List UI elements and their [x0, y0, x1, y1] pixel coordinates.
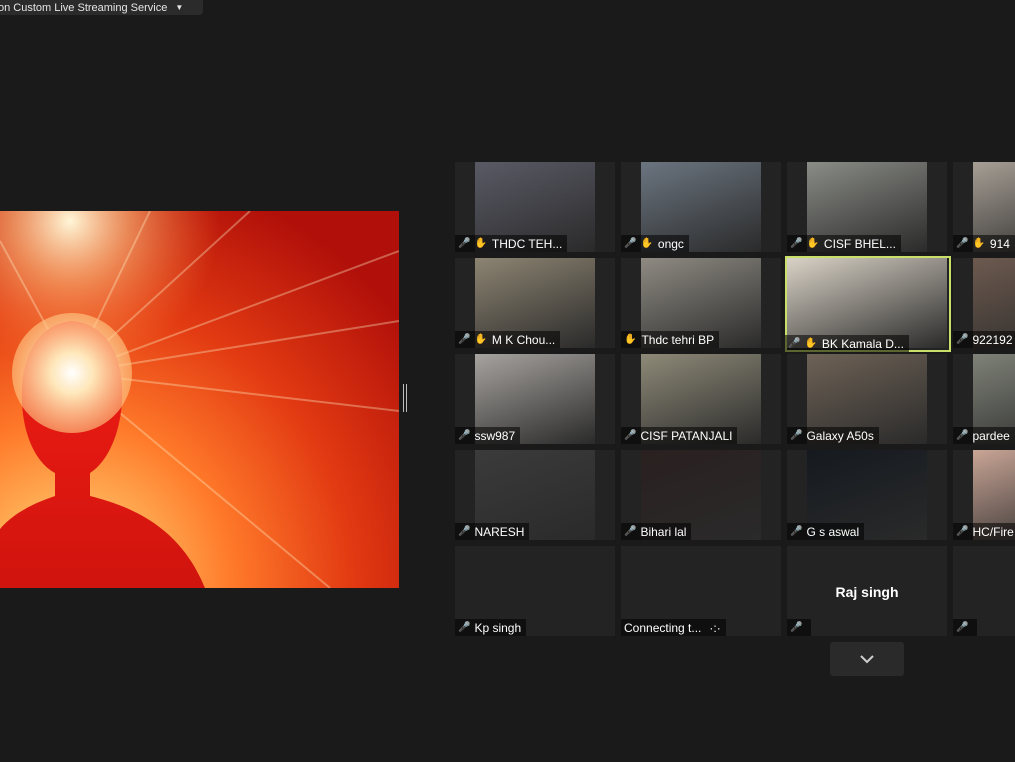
- muted-mic-icon: 🎤: [956, 622, 969, 633]
- participant-name: Connecting t...: [624, 620, 702, 635]
- participant-name-bar: 🎤 pardee: [953, 427, 1015, 444]
- participant-name-bar: 🎤 G s aswal: [787, 523, 865, 540]
- participant-tile[interactable]: 🎤 Kp singh: [455, 546, 615, 636]
- participant-tile[interactable]: 🎤 G s aswal: [787, 450, 947, 540]
- pin-icon: ✋: [474, 238, 487, 249]
- muted-mic-icon: 🎤: [790, 622, 803, 633]
- pin-icon: ✋: [474, 334, 487, 345]
- muted-mic-icon: 🎤: [458, 430, 471, 441]
- participant-name-bar: 🎤 HC/Fire: [953, 523, 1015, 540]
- dropdown-caret-icon[interactable]: ▼: [175, 3, 183, 12]
- participant-tile[interactable]: 🎤 CISF PATANJALI: [621, 354, 781, 444]
- chevron-down-icon: [860, 655, 874, 664]
- muted-mic-icon: 🎤: [956, 430, 969, 441]
- participant-tile[interactable]: 🎤 ✋ THDC TEH...: [455, 162, 615, 252]
- streaming-label: on Custom Live Streaming Service: [0, 1, 168, 14]
- muted-mic-icon: 🎤: [458, 334, 471, 345]
- participant-name: BK Kamala D...: [821, 336, 904, 351]
- participant-name: ssw987: [474, 428, 516, 443]
- participant-tile[interactable]: 🎤 ✋ BK Kamala D...: [785, 256, 951, 352]
- participant-tile[interactable]: 🎤 Galaxy A50s: [787, 354, 947, 444]
- participant-display-name: 61: [953, 584, 1015, 600]
- participant-name: 914: [989, 236, 1010, 251]
- participant-tile[interactable]: Connecting t... ·:·: [621, 546, 781, 636]
- participant-name: 922192: [972, 332, 1013, 347]
- participant-tile[interactable]: 🎤 Bihari lal: [621, 450, 781, 540]
- participant-name-bar: 🎤 Bihari lal: [621, 523, 692, 540]
- participant-name-bar: 🎤 NARESH: [455, 523, 530, 540]
- participant-name: pardee: [972, 428, 1010, 443]
- connecting-indicator-icon: ·:·: [709, 620, 721, 635]
- participant-name: M K Chou...: [491, 332, 556, 347]
- pin-icon: ✋: [804, 338, 817, 349]
- participant-tile[interactable]: 🎤 ✋ ongc: [621, 162, 781, 252]
- participant-name-bar: 🎤 ✋ 914: [953, 235, 1015, 252]
- expand-gallery-button[interactable]: [830, 642, 904, 676]
- muted-mic-icon: 🎤: [458, 526, 471, 537]
- participant-name: Galaxy A50s: [806, 428, 874, 443]
- muted-mic-icon: 🎤: [956, 238, 969, 249]
- participant-name-bar: 🎤 ✋ THDC TEH...: [455, 235, 568, 252]
- participant-tile[interactable]: 🎤 NARESH: [455, 450, 615, 540]
- participant-name-bar: 🎤: [787, 619, 812, 636]
- participant-name-bar: ✋ Thdc tehri BP: [621, 331, 720, 348]
- participant-tile[interactable]: 🎤 ✋ CISF BHEL...: [787, 162, 947, 252]
- participant-name-bar: 🎤 Kp singh: [455, 619, 527, 636]
- participant-name: THDC TEH...: [491, 236, 563, 251]
- gallery-grid: 🎤 ✋ THDC TEH... 🎤 ✋ ongc 🎤 ✋ CISF BHEL... 🎤 ✋ 914 🎤 ✋…: [455, 162, 1015, 637]
- participant-name-bar: 🎤 ssw987: [455, 427, 521, 444]
- participant-name-bar: 🎤: [953, 619, 978, 636]
- participant-name-bar: 🎤 ✋ CISF BHEL...: [787, 235, 901, 252]
- participant-tile[interactable]: ✋ Thdc tehri BP: [621, 258, 781, 348]
- participant-name-bar: 🎤 Galaxy A50s: [787, 427, 879, 444]
- muted-mic-icon: 🎤: [956, 334, 969, 345]
- participant-tile[interactable]: 🎤 HC/Fire: [953, 450, 1015, 540]
- pin-icon: ✋: [806, 238, 819, 249]
- participant-name: ongc: [657, 236, 684, 251]
- participant-name: HC/Fire: [972, 524, 1014, 539]
- participant-name-bar: 🎤 922192: [953, 331, 1015, 348]
- muted-mic-icon: 🎤: [624, 526, 637, 537]
- participant-name: CISF BHEL...: [823, 236, 896, 251]
- muted-mic-icon: 🎤: [790, 238, 803, 249]
- participant-display-name: Raj singh: [835, 584, 899, 600]
- participant-name-bar: 🎤 ✋ M K Chou...: [455, 331, 561, 348]
- participant-tile[interactable]: 🎤 922192: [953, 258, 1015, 348]
- participant-tile[interactable]: 🎤 ✋ 914: [953, 162, 1015, 252]
- participant-name: Bihari lal: [640, 524, 687, 539]
- shared-screen: [0, 211, 399, 588]
- participant-tile[interactable]: Raj singh 🎤: [787, 546, 947, 636]
- participant-name: Thdc tehri BP: [641, 332, 715, 347]
- muted-mic-icon: 🎤: [624, 430, 637, 441]
- participant-name-bar: 🎤 CISF PATANJALI: [621, 427, 738, 444]
- participant-tile[interactable]: 61 🎤: [953, 546, 1015, 636]
- muted-mic-icon: 🎤: [624, 238, 637, 249]
- participant-tile[interactable]: 🎤 ssw987: [455, 354, 615, 444]
- muted-mic-icon: 🎤: [458, 238, 471, 249]
- muted-mic-icon: 🎤: [790, 526, 803, 537]
- panel-splitter[interactable]: [403, 384, 407, 412]
- participant-tile[interactable]: 🎤 ✋ M K Chou...: [455, 258, 615, 348]
- pin-icon: ✋: [972, 238, 985, 249]
- muted-mic-icon: 🎤: [956, 526, 969, 537]
- participant-name: Kp singh: [474, 620, 522, 635]
- participant-tile[interactable]: 🎤 pardee: [953, 354, 1015, 444]
- participant-name: G s aswal: [806, 524, 860, 539]
- pin-icon: ✋: [640, 238, 653, 249]
- participant-name-bar: 🎤 ✋ BK Kamala D...: [785, 335, 909, 352]
- participant-name-bar: 🎤 ✋ ongc: [621, 235, 689, 252]
- pin-icon: ✋: [624, 334, 637, 345]
- participant-name: NARESH: [474, 524, 525, 539]
- muted-mic-icon: 🎤: [788, 338, 801, 349]
- streaming-menu[interactable]: on Custom Live Streaming Service ▼: [0, 0, 203, 15]
- muted-mic-icon: 🎤: [790, 430, 803, 441]
- participant-name: CISF PATANJALI: [640, 428, 733, 443]
- muted-mic-icon: 🎤: [458, 622, 471, 633]
- participant-name-bar: Connecting t... ·:·: [621, 619, 726, 636]
- shared-screen-art: [0, 211, 399, 588]
